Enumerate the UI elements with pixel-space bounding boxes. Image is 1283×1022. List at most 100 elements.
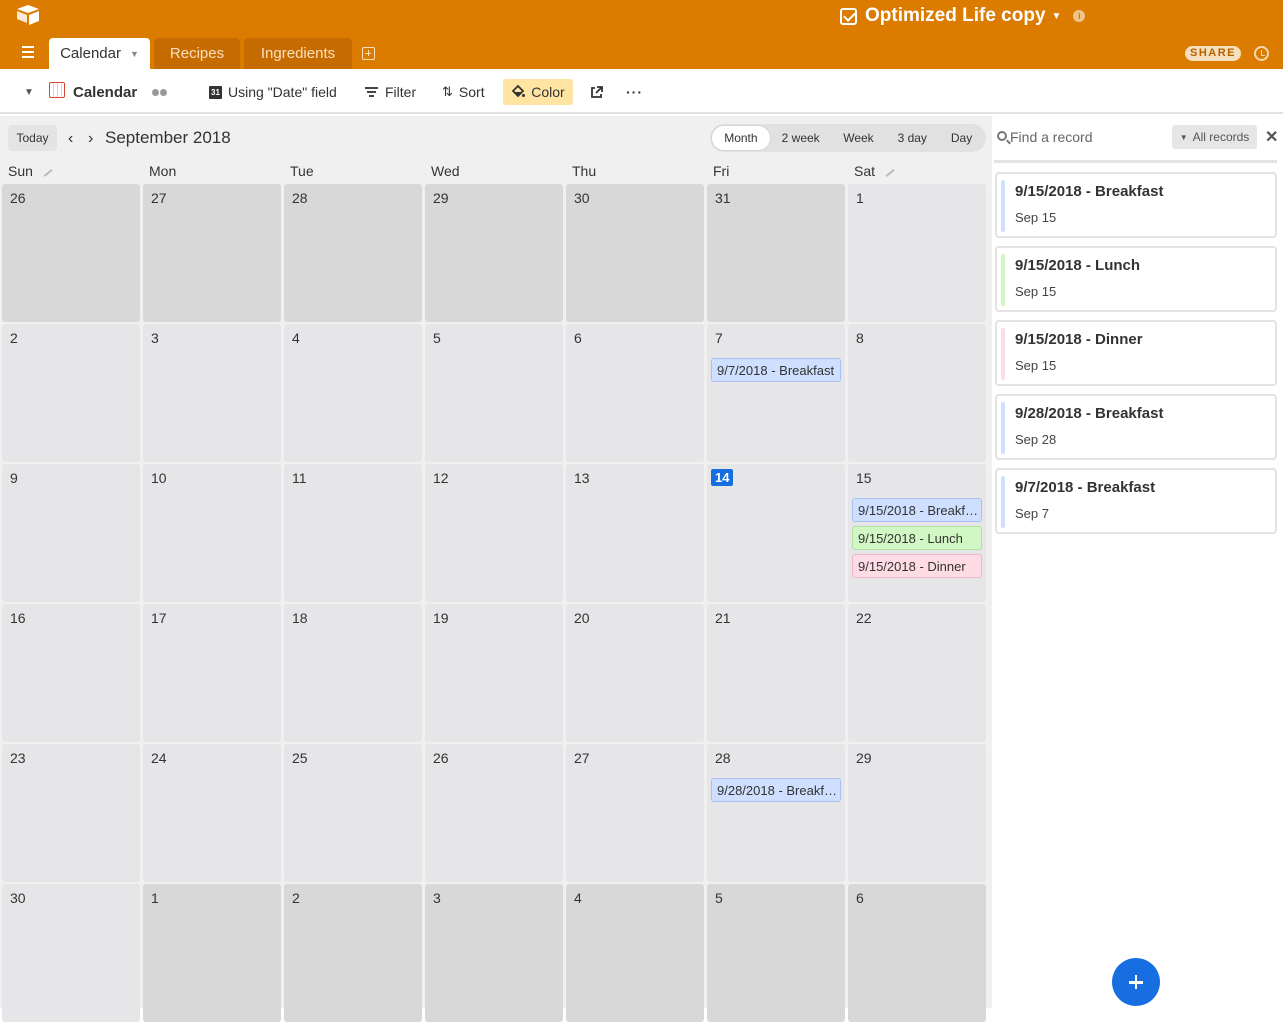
share-view-icon[interactable] xyxy=(590,79,604,105)
day-cell[interactable]: 12 xyxy=(425,464,563,602)
day-cell[interactable]: 4 xyxy=(284,324,422,462)
record-card[interactable]: 9/15/2018 - Breakfast Sep 15 xyxy=(995,172,1277,238)
day-cell[interactable]: 13 xyxy=(566,464,704,602)
color-button[interactable]: Color xyxy=(503,79,573,105)
collaborators-icon[interactable] xyxy=(152,79,170,105)
day-cell[interactable]: 27 xyxy=(143,184,281,322)
records-filter-dropdown[interactable]: ▼ All records xyxy=(1172,125,1257,149)
filter-label: Filter xyxy=(385,84,417,100)
day-cell[interactable]: 7 9/7/2018 - Breakfast xyxy=(707,324,845,462)
day-cell[interactable]: 10 xyxy=(143,464,281,602)
calendar-event[interactable]: 9/15/2018 - Dinner xyxy=(852,554,982,578)
day-cell[interactable]: 2 xyxy=(2,324,140,462)
weekend-pin-icon[interactable] xyxy=(43,168,53,177)
day-cell[interactable]: 3 xyxy=(425,884,563,1022)
day-cell[interactable]: 19 xyxy=(425,604,563,742)
sort-button[interactable]: ⇅ Sort xyxy=(442,79,485,105)
day-cell[interactable]: 29 xyxy=(848,744,986,882)
day-cell[interactable]: 5 xyxy=(425,324,563,462)
weekend-pin-icon[interactable] xyxy=(885,168,895,177)
record-color-bar xyxy=(1001,328,1005,380)
today-button[interactable]: Today xyxy=(8,125,57,151)
day-cell[interactable]: 1 xyxy=(143,884,281,1022)
chevron-right-icon[interactable]: › xyxy=(88,130,93,148)
day-cell[interactable]: 27 xyxy=(566,744,704,882)
close-icon[interactable]: ✕ xyxy=(1265,127,1278,147)
date-number: 13 xyxy=(574,470,590,486)
tab-recipes[interactable]: Recipes xyxy=(154,38,240,69)
info-icon[interactable]: i xyxy=(1073,10,1086,22)
day-cell[interactable]: 5 xyxy=(707,884,845,1022)
range-option-week[interactable]: Week xyxy=(832,126,886,150)
add-table-icon[interactable] xyxy=(362,47,375,60)
search-input[interactable] xyxy=(1010,126,1160,148)
history-icon[interactable] xyxy=(1254,46,1269,61)
day-cell[interactable]: 2 xyxy=(284,884,422,1022)
day-cell[interactable]: 15 9/15/2018 - Breakfast 9/15/2018 - Lunch… xyxy=(848,464,986,602)
day-cell[interactable]: 3 xyxy=(143,324,281,462)
date-number: 30 xyxy=(574,190,590,206)
calendar-event[interactable]: 9/28/2018 - Breakfast xyxy=(711,778,841,802)
day-cell[interactable]: 22 xyxy=(848,604,986,742)
base-title[interactable]: Optimized Life copy ▼ i xyxy=(840,4,1086,28)
add-record-button[interactable] xyxy=(1112,958,1160,1006)
more-options-icon[interactable]: ··· xyxy=(626,79,643,105)
date-number: 20 xyxy=(574,610,590,626)
date-number: 6 xyxy=(856,890,864,906)
day-cell[interactable]: 30 xyxy=(2,884,140,1022)
date-number: 5 xyxy=(715,890,723,906)
date-number: 22 xyxy=(856,610,872,626)
date-field-label: Using "Date" field xyxy=(228,84,337,100)
filter-button[interactable]: Filter xyxy=(365,79,416,105)
calendar-event[interactable]: 9/15/2018 - Breakfast xyxy=(852,498,982,522)
day-cell[interactable]: 18 xyxy=(284,604,422,742)
chevron-down-icon[interactable]: ▼ xyxy=(130,49,139,59)
day-cell[interactable]: 4 xyxy=(566,884,704,1022)
tab-calendar[interactable]: Calendar ▼ xyxy=(49,38,150,69)
range-option-2-week[interactable]: 2 week xyxy=(770,126,832,150)
day-cell[interactable]: 29 xyxy=(425,184,563,322)
record-card[interactable]: 9/7/2018 - Breakfast Sep 7 xyxy=(995,468,1277,534)
day-cell[interactable]: 31 xyxy=(707,184,845,322)
day-cell[interactable]: 28 9/28/2018 - Breakfast xyxy=(707,744,845,882)
weekday-label: Tue xyxy=(290,163,314,179)
day-cell[interactable]: 1 xyxy=(848,184,986,322)
date-field-button[interactable]: 31 Using "Date" field xyxy=(209,79,337,105)
day-cell[interactable]: 16 xyxy=(2,604,140,742)
date-number: 15 xyxy=(856,470,872,486)
record-date: Sep 28 xyxy=(1015,432,1057,447)
record-card[interactable]: 9/15/2018 - Lunch Sep 15 xyxy=(995,246,1277,312)
view-list-toggle-icon[interactable]: ▼ xyxy=(24,79,34,105)
day-cell[interactable]: 14 xyxy=(707,464,845,602)
view-name[interactable]: Calendar xyxy=(73,79,137,105)
calendar-event[interactable]: 9/7/2018 - Breakfast xyxy=(711,358,841,382)
day-cell[interactable]: 9 xyxy=(2,464,140,602)
day-cell[interactable]: 6 xyxy=(848,884,986,1022)
chevron-left-icon[interactable]: ‹ xyxy=(68,130,73,148)
day-cell[interactable]: 23 xyxy=(2,744,140,882)
range-option-3-day[interactable]: 3 day xyxy=(885,126,939,150)
range-option-day[interactable]: Day xyxy=(939,126,984,150)
date-number: 12 xyxy=(433,470,449,486)
day-cell[interactable]: 28 xyxy=(284,184,422,322)
calendar-event[interactable]: 9/15/2018 - Lunch xyxy=(852,526,982,550)
day-cell[interactable]: 24 xyxy=(143,744,281,882)
day-cell[interactable]: 11 xyxy=(284,464,422,602)
tab-ingredients[interactable]: Ingredients xyxy=(244,38,352,69)
hamburger-menu-icon[interactable] xyxy=(18,46,38,60)
date-number: 28 xyxy=(715,750,731,766)
day-cell[interactable]: 26 xyxy=(2,184,140,322)
day-cell[interactable]: 8 xyxy=(848,324,986,462)
day-cell[interactable]: 21 xyxy=(707,604,845,742)
day-cell[interactable]: 17 xyxy=(143,604,281,742)
day-cell[interactable]: 20 xyxy=(566,604,704,742)
share-button[interactable]: SHARE xyxy=(1185,46,1241,61)
range-option-month[interactable]: Month xyxy=(712,126,770,150)
record-card[interactable]: 9/28/2018 - Breakfast Sep 28 xyxy=(995,394,1277,460)
day-cell[interactable]: 6 xyxy=(566,324,704,462)
record-card[interactable]: 9/15/2018 - Dinner Sep 15 xyxy=(995,320,1277,386)
day-cell[interactable]: 25 xyxy=(284,744,422,882)
day-cell[interactable]: 26 xyxy=(425,744,563,882)
airtable-logo-icon[interactable] xyxy=(16,4,40,26)
day-cell[interactable]: 30 xyxy=(566,184,704,322)
